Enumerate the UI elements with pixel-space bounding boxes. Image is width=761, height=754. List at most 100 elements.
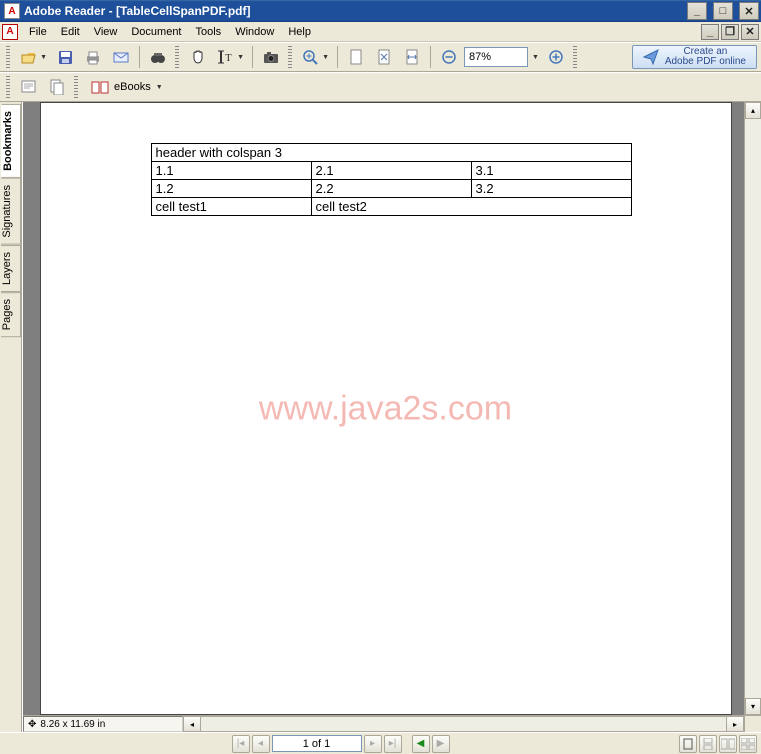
floppy-icon	[58, 50, 73, 65]
scroll-right-button[interactable]: ▸	[726, 717, 743, 731]
single-page-icon	[683, 738, 693, 750]
minus-circle-icon	[442, 50, 456, 64]
adobe-pdf-online-button[interactable]: Create an Adobe PDF online	[632, 45, 757, 69]
menu-edit[interactable]: Edit	[54, 24, 87, 40]
print-button[interactable]	[80, 44, 106, 70]
doc-icon: A	[2, 24, 18, 40]
menu-tools[interactable]: Tools	[189, 24, 229, 40]
table-cell: 3.2	[471, 180, 631, 198]
paper-plane-icon	[643, 49, 659, 65]
documents-icon	[49, 79, 65, 95]
first-page-button[interactable]: |◂	[232, 735, 250, 753]
toolbar-grip[interactable]	[288, 46, 292, 68]
continuous-button[interactable]	[699, 735, 717, 753]
close-button[interactable]: ✕	[739, 2, 759, 20]
hand-icon	[190, 49, 206, 65]
facing-icon	[721, 738, 735, 750]
search-button[interactable]	[145, 44, 171, 70]
hand-tool-button[interactable]	[185, 44, 211, 70]
single-page-button[interactable]	[679, 735, 697, 753]
page-icon	[349, 49, 363, 65]
page-nav-bar: |◂ ◂ ▸ ▸| ◀ ▶	[0, 732, 761, 754]
camera-icon	[263, 50, 279, 64]
doc-close-button[interactable]: ✕	[741, 24, 759, 40]
tab-layers[interactable]: Layers	[1, 245, 21, 292]
zoom-input[interactable]	[464, 47, 528, 67]
binoculars-icon	[150, 50, 166, 65]
page-number-input[interactable]	[272, 735, 362, 752]
table-cell: 2.2	[311, 180, 471, 198]
watermark-text: www.java2s.com	[259, 389, 512, 428]
doc-minimize-button[interactable]: _	[701, 24, 719, 40]
window-title: Adobe Reader - [TableCellSpanPDF.pdf]	[24, 4, 681, 18]
email-button[interactable]	[108, 44, 134, 70]
secondary-toolbar: eBooks ▼	[0, 72, 761, 102]
zoom-in-plus-button[interactable]	[543, 44, 569, 70]
horizontal-scrollbar[interactable]: ◂ ▸	[183, 716, 744, 732]
next-page-button[interactable]: ▸	[364, 735, 382, 753]
scroll-left-button[interactable]: ◂	[184, 717, 201, 731]
pdf-table: header with colspan 31.12.13.11.22.23.2c…	[151, 143, 632, 216]
menu-help[interactable]: Help	[281, 24, 318, 40]
menu-window[interactable]: Window	[228, 24, 281, 40]
plus-circle-icon	[549, 50, 563, 64]
review-comment-button[interactable]	[16, 74, 42, 100]
maximize-button[interactable]: □	[713, 2, 733, 20]
select-text-button[interactable]: T ▼	[213, 44, 247, 70]
scroll-down-button[interactable]: ▾	[745, 698, 761, 715]
toolbar-grip[interactable]	[74, 76, 78, 98]
folder-open-icon	[21, 50, 37, 64]
document-viewport[interactable]: www.java2s.com header with colspan 31.12…	[23, 102, 744, 715]
next-view-button[interactable]: ▶	[432, 735, 450, 753]
continuous-facing-button[interactable]	[739, 735, 757, 753]
vertical-scrollbar[interactable]: ▴ ▾	[744, 102, 761, 715]
actual-size-button[interactable]	[343, 44, 369, 70]
adobe-online-label-2: Adobe PDF online	[665, 57, 746, 67]
zoom-in-button[interactable]: ▼	[298, 44, 332, 70]
fit-width-button[interactable]	[399, 44, 425, 70]
navigation-pane-tabs: BookmarksSignaturesLayersPages	[0, 102, 22, 732]
main-toolbar: ▼ T ▼ ▼ ▼	[0, 42, 761, 72]
tab-signatures[interactable]: Signatures	[1, 178, 21, 245]
menu-view[interactable]: View	[87, 24, 125, 40]
scroll-track[interactable]	[745, 119, 761, 698]
continuous-facing-icon	[741, 738, 755, 750]
scroll-up-button[interactable]: ▴	[745, 102, 761, 119]
table-cell: 3.1	[471, 162, 631, 180]
fit-page-button[interactable]	[371, 44, 397, 70]
crosshair-icon: ✥	[28, 719, 36, 730]
envelope-icon	[113, 50, 129, 64]
menu-file[interactable]: File	[22, 24, 54, 40]
zoom-in-icon	[303, 50, 318, 65]
app-icon: A	[4, 3, 20, 19]
review-document-button[interactable]	[44, 74, 70, 100]
fit-width-icon	[405, 49, 419, 65]
ebooks-label: eBooks	[114, 81, 151, 93]
svg-text:T: T	[225, 52, 232, 64]
save-button[interactable]	[52, 44, 78, 70]
prev-page-button[interactable]: ◂	[252, 735, 270, 753]
zoom-out-button[interactable]	[436, 44, 462, 70]
ebooks-button[interactable]: eBooks ▼	[84, 75, 172, 99]
toolbar-grip[interactable]	[6, 46, 10, 68]
menubar: A FileEditViewDocumentToolsWindowHelp _ …	[0, 22, 761, 42]
toolbar-grip[interactable]	[6, 76, 10, 98]
prev-view-button[interactable]: ◀	[412, 735, 430, 753]
toolbar-grip[interactable]	[573, 46, 577, 68]
menu-document[interactable]: Document	[124, 24, 188, 40]
tab-pages[interactable]: Pages	[1, 292, 21, 337]
toolbar-grip[interactable]	[175, 46, 179, 68]
table-cell: cell test1	[151, 198, 311, 216]
table-cell: cell test2	[311, 198, 631, 216]
open-button[interactable]: ▼	[16, 44, 50, 70]
facing-button[interactable]	[719, 735, 737, 753]
zoom-dropdown-icon[interactable]: ▼	[532, 54, 539, 61]
tab-bookmarks[interactable]: Bookmarks	[1, 104, 21, 178]
pdf-page: www.java2s.com header with colspan 31.12…	[40, 102, 732, 715]
scroll-corner	[744, 716, 761, 732]
minimize-button[interactable]: _	[687, 2, 707, 20]
snapshot-button[interactable]	[258, 44, 284, 70]
text-select-icon: T	[218, 49, 232, 65]
last-page-button[interactable]: ▸|	[384, 735, 402, 753]
doc-restore-button[interactable]: ❐	[721, 24, 739, 40]
